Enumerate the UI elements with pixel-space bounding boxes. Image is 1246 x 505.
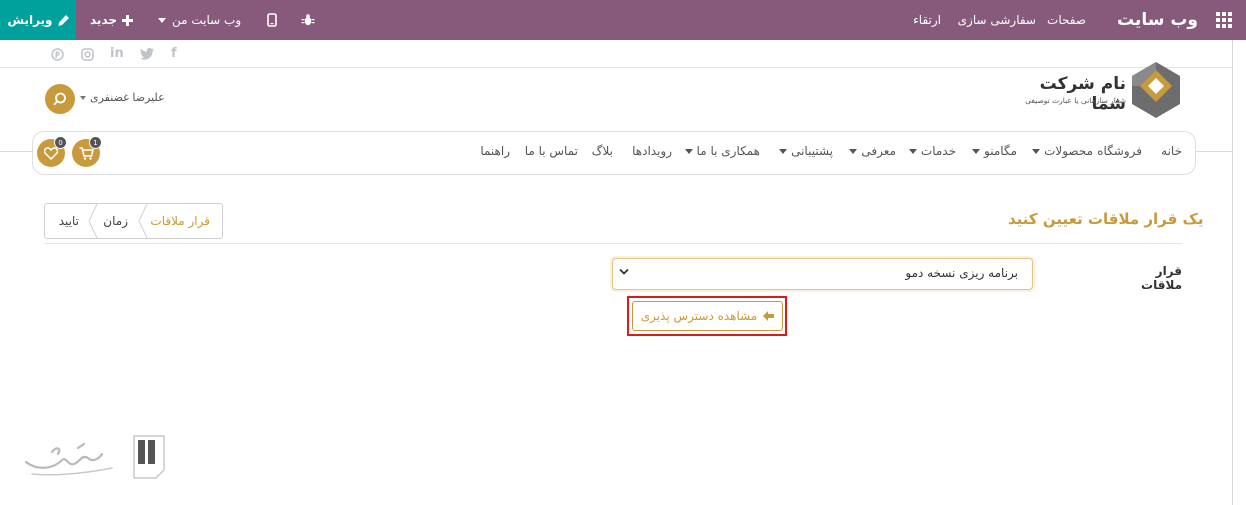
- chevron-down-icon: [684, 148, 693, 154]
- step-appointment[interactable]: قرار ملاقات: [150, 204, 210, 238]
- breadcrumb-steps: قرار ملاقات زمان تایید: [44, 203, 223, 239]
- pinterest-icon[interactable]: [51, 48, 64, 61]
- user-menu[interactable]: علیرضا غضنفری: [80, 91, 165, 104]
- logo-title: نام شرکت شما: [1039, 74, 1126, 114]
- my-website-dropdown[interactable]: وب سایت من: [158, 0, 241, 40]
- heart-icon: [44, 146, 58, 160]
- main-navbar: [32, 131, 1196, 175]
- nav-item-about[interactable]: معرفی: [849, 144, 896, 158]
- step-time[interactable]: زمان: [103, 204, 128, 238]
- nav-item-shop[interactable]: فروشگاه: [1097, 144, 1142, 158]
- view-availability-label: مشاهده دسترس پذیری: [640, 309, 758, 323]
- cart-button[interactable]: 1: [72, 136, 102, 167]
- new-button[interactable]: جدید: [90, 0, 134, 40]
- edit-label: ویرایش: [7, 13, 53, 27]
- edit-button[interactable]: ویرایش: [0, 0, 76, 40]
- nav-item-contact[interactable]: تماس با ما: [525, 144, 578, 158]
- watermark-logo-icon: [22, 434, 172, 484]
- step-confirm[interactable]: تایید: [59, 204, 79, 238]
- nav-item-careers[interactable]: همکاری با ما: [684, 144, 760, 158]
- chevron-down-icon: [158, 17, 166, 23]
- mobile-preview-icon[interactable]: [267, 0, 277, 40]
- app-title[interactable]: وب سایت: [1117, 0, 1198, 40]
- bug-icon[interactable]: [301, 0, 315, 40]
- appointment-select[interactable]: برنامه ریزی نسخه دمو: [612, 258, 1033, 290]
- pencil-icon: [58, 14, 69, 26]
- chevron-down-icon: [80, 95, 86, 100]
- nav-item-blog[interactable]: بلاگ: [592, 144, 613, 158]
- wishlist-count-badge: 0: [54, 136, 67, 149]
- instagram-icon[interactable]: [81, 48, 94, 61]
- chevron-down-icon: [1032, 148, 1041, 154]
- menu-pages[interactable]: صفحات: [1047, 0, 1086, 40]
- section-divider: [44, 243, 1182, 244]
- nav-item-help[interactable]: راهنما: [480, 144, 510, 158]
- menu-customize[interactable]: سفارشی سازی: [958, 0, 1036, 40]
- apps-grid-icon[interactable]: [1216, 0, 1232, 40]
- facebook-icon[interactable]: f: [171, 46, 177, 61]
- view-availability-button[interactable]: مشاهده دسترس پذیری: [632, 301, 783, 331]
- nav-item-home[interactable]: خانه: [1161, 144, 1182, 158]
- appointment-select-value: برنامه ریزی نسخه دمو: [905, 266, 1018, 280]
- twitter-icon[interactable]: [140, 48, 154, 60]
- arrow-left-icon: [763, 311, 775, 321]
- plus-icon: [122, 14, 134, 26]
- search-button[interactable]: [45, 84, 75, 114]
- cart-count-badge: 1: [89, 136, 102, 149]
- nav-item-support[interactable]: پشتیبانی: [779, 144, 833, 158]
- my-website-label: وب سایت من: [172, 13, 242, 27]
- cart-icon: [79, 146, 94, 160]
- wishlist-button[interactable]: 0: [37, 136, 67, 167]
- nav-item-services[interactable]: خدمات: [908, 144, 956, 158]
- logo-slogan: شعار سازمانی یا عبارت توصیفی: [1025, 96, 1126, 105]
- admin-topbar: وب سایت صفحات سفارشی سازی ارتقاء وب سایت…: [0, 0, 1246, 40]
- user-name: علیرضا غضنفری: [90, 91, 165, 104]
- chevron-down-icon: [779, 148, 788, 154]
- company-logo-icon[interactable]: [1130, 60, 1182, 120]
- appointment-field-label: قرار ملاقات: [1141, 264, 1182, 292]
- new-label: جدید: [90, 13, 118, 27]
- nav-item-megamenu[interactable]: مگامنو: [972, 144, 1017, 158]
- linkedin-icon[interactable]: in: [110, 46, 124, 61]
- chevron-down-icon: [972, 148, 981, 154]
- chevron-down-icon: [849, 148, 858, 154]
- menu-upgrade[interactable]: ارتقاء: [913, 0, 941, 40]
- header-divider: [0, 67, 1232, 68]
- page-title: یک قرار ملاقات تعیین کنید: [1008, 210, 1204, 228]
- scrollbar[interactable]: [1232, 40, 1246, 505]
- nav-item-products[interactable]: محصولات: [1032, 144, 1093, 158]
- chevron-down-icon: [619, 268, 629, 276]
- chevron-down-icon: [908, 148, 917, 154]
- search-icon: [53, 92, 66, 106]
- nav-item-events[interactable]: رویدادها: [632, 144, 672, 158]
